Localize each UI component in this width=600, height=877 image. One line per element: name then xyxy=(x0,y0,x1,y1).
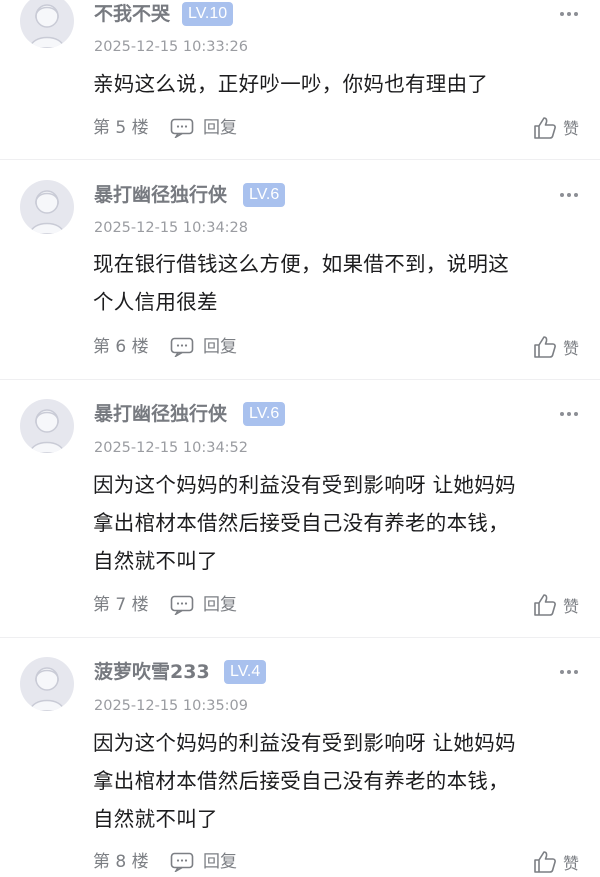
timestamp: 2025-12-15 10:35:09 xyxy=(94,698,248,714)
comment-text: 因为这个妈妈的利益没有受到影响呀 让她妈妈 拿出棺材本借然后接受自己没有养老的本… xyxy=(93,466,583,580)
reply-button[interactable]: 回复 xyxy=(203,336,237,358)
reply-button[interactable]: 回复 xyxy=(203,851,237,873)
reply-icon[interactable] xyxy=(170,852,194,872)
avatar[interactable] xyxy=(20,180,74,234)
reply-icon[interactable] xyxy=(170,595,194,615)
floor-number: 第 6 楼 xyxy=(93,337,149,357)
comment-line: 现在银行借钱这么方便，如果借不到，说明这 xyxy=(93,252,509,276)
like-label[interactable]: 赞 xyxy=(563,596,579,618)
comment-line: 自然就不叫了 xyxy=(93,549,218,573)
floor-number: 第 5 楼 xyxy=(93,118,149,138)
like-icon[interactable] xyxy=(533,593,557,617)
username[interactable]: 菠萝吹雪233 xyxy=(94,659,210,685)
more-icon[interactable] xyxy=(560,411,578,417)
timestamp: 2025-12-15 10:34:52 xyxy=(94,440,248,456)
level-badge: LV.6 xyxy=(243,402,286,426)
comment-line: 因为这个妈妈的利益没有受到影响呀 让她妈妈 xyxy=(93,473,516,497)
comment-line: 因为这个妈妈的利益没有受到影响呀 让她妈妈 xyxy=(93,731,516,755)
floor-number: 第 8 楼 xyxy=(93,852,149,872)
reply-icon[interactable] xyxy=(170,337,194,357)
username[interactable]: 不我不哭 xyxy=(94,1,170,27)
comment-line: 自然就不叫了 xyxy=(93,807,218,831)
like-icon[interactable] xyxy=(533,850,557,874)
level-badge: LV.6 xyxy=(243,183,286,207)
reply-button[interactable]: 回复 xyxy=(203,594,237,616)
avatar-placeholder-icon xyxy=(29,4,65,48)
level-badge: LV.4 xyxy=(224,660,267,684)
avatar-placeholder-icon xyxy=(29,190,65,234)
comment-line: 亲妈这么说，正好吵一吵，你妈也有理由了 xyxy=(93,72,489,96)
comment-text: 现在银行借钱这么方便，如果借不到，说明这 个人信用很差 xyxy=(93,245,583,321)
comment-line: 个人信用很差 xyxy=(93,290,218,314)
avatar-placeholder-icon xyxy=(29,409,65,453)
avatar[interactable] xyxy=(20,0,74,48)
avatar[interactable] xyxy=(20,399,74,453)
username[interactable]: 暴打幽径独行侠 xyxy=(94,401,227,427)
divider xyxy=(0,637,600,638)
level-badge: LV.10 xyxy=(182,2,234,26)
divider xyxy=(0,379,600,380)
like-label[interactable]: 赞 xyxy=(563,338,579,360)
more-icon[interactable] xyxy=(560,669,578,675)
comment-text: 亲妈这么说，正好吵一吵，你妈也有理由了 xyxy=(93,65,583,103)
more-icon[interactable] xyxy=(560,11,578,17)
like-label[interactable]: 赞 xyxy=(563,853,579,875)
divider xyxy=(0,159,600,160)
more-icon[interactable] xyxy=(560,192,578,198)
comment-line: 拿出棺材本借然后接受自己没有养老的本钱， xyxy=(93,769,509,793)
timestamp: 2025-12-15 10:33:26 xyxy=(94,39,248,55)
floor-number: 第 7 楼 xyxy=(93,595,149,615)
avatar-placeholder-icon xyxy=(29,667,65,711)
like-label[interactable]: 赞 xyxy=(563,118,579,140)
timestamp: 2025-12-15 10:34:28 xyxy=(94,220,248,236)
like-icon[interactable] xyxy=(533,335,557,359)
reply-button[interactable]: 回复 xyxy=(203,117,237,139)
like-icon[interactable] xyxy=(533,116,557,140)
username[interactable]: 暴打幽径独行侠 xyxy=(94,182,227,208)
comment-text: 因为这个妈妈的利益没有受到影响呀 让她妈妈 拿出棺材本借然后接受自己没有养老的本… xyxy=(93,724,583,838)
comment-line: 拿出棺材本借然后接受自己没有养老的本钱， xyxy=(93,511,509,535)
reply-icon[interactable] xyxy=(170,118,194,138)
avatar[interactable] xyxy=(20,657,74,711)
